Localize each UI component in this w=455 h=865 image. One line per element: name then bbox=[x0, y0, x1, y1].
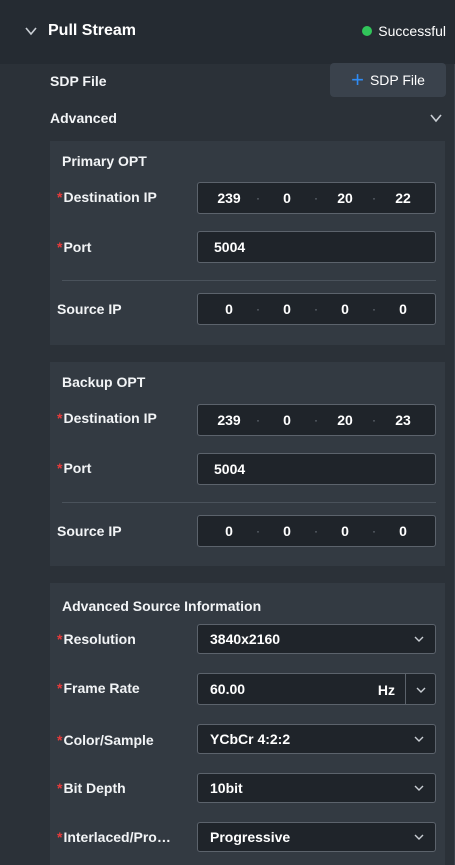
backup-destination-ip-label: *Destination IP bbox=[57, 410, 157, 426]
backup-port-input[interactable]: 5004 bbox=[197, 453, 436, 485]
ip-separator: · bbox=[372, 302, 376, 316]
resolution-select[interactable]: 3840x2160 bbox=[197, 624, 436, 654]
color-sample-label: *Color/Sample bbox=[57, 732, 154, 748]
color-sample-select[interactable]: YCbCr 4:2:2 bbox=[197, 724, 436, 754]
divider bbox=[62, 502, 436, 503]
interlaced-progressive-value: Progressive bbox=[210, 829, 291, 845]
frame-rate-label: *Frame Rate bbox=[57, 680, 140, 696]
sdp-file-label: SDP File bbox=[50, 73, 107, 89]
section-title: Pull Stream bbox=[48, 22, 137, 39]
ip-octet[interactable]: 239 bbox=[207, 190, 251, 206]
chevron-down-icon bbox=[414, 834, 424, 840]
ip-separator: · bbox=[314, 524, 318, 538]
chevron-down-icon bbox=[414, 736, 424, 742]
ip-octet[interactable]: 0 bbox=[265, 190, 309, 206]
divider bbox=[62, 280, 436, 281]
primary-port-label: *Port bbox=[57, 239, 92, 255]
ip-octet[interactable]: 239 bbox=[207, 412, 251, 428]
ip-separator: · bbox=[314, 302, 318, 316]
bit-depth-value: 10bit bbox=[210, 780, 243, 796]
ip-octet[interactable]: 20 bbox=[323, 190, 367, 206]
advanced-source-info-card: Advanced Source Information *Resolution … bbox=[50, 583, 445, 865]
ip-separator: · bbox=[256, 191, 260, 205]
add-sdp-file-button[interactable]: + SDP File bbox=[330, 63, 446, 97]
ip-octet[interactable]: 22 bbox=[381, 190, 425, 206]
add-sdp-file-label: SDP File bbox=[369, 72, 425, 88]
backup-opt-title: Backup OPT bbox=[62, 374, 146, 390]
ip-octet[interactable]: 0 bbox=[265, 301, 309, 317]
ip-separator: · bbox=[256, 302, 260, 316]
chevron-down-icon[interactable] bbox=[24, 24, 38, 38]
ip-octet[interactable]: 0 bbox=[323, 523, 367, 539]
frame-rate-unit: Hz bbox=[377, 682, 395, 698]
interlaced-progressive-label: *Interlaced/Pro… bbox=[57, 829, 171, 845]
resolution-label: *Resolution bbox=[57, 631, 136, 647]
color-sample-value: YCbCr 4:2:2 bbox=[210, 731, 291, 747]
primary-opt-title: Primary OPT bbox=[62, 153, 147, 169]
interlaced-progressive-select[interactable]: Progressive bbox=[197, 822, 436, 852]
ip-octet[interactable]: 20 bbox=[323, 412, 367, 428]
bit-depth-label: *Bit Depth bbox=[57, 780, 126, 796]
advanced-label[interactable]: Advanced bbox=[50, 110, 117, 126]
pull-stream-panel: Pull Stream Successful SDP File + SDP Fi… bbox=[0, 0, 455, 865]
chevron-down-icon bbox=[414, 785, 424, 791]
ip-separator: · bbox=[372, 524, 376, 538]
primary-opt-card: Primary OPT *Destination IP 239 · 0 · 20… bbox=[50, 141, 445, 345]
ip-separator: · bbox=[372, 191, 376, 205]
frame-rate-value: 60.00 bbox=[210, 681, 246, 697]
ip-octet[interactable]: 0 bbox=[207, 523, 251, 539]
pull-stream-header[interactable]: Pull Stream Successful bbox=[0, 0, 455, 64]
backup-destination-ip-input[interactable]: 239 · 0 · 20 · 23 bbox=[197, 404, 436, 436]
backup-port-label: *Port bbox=[57, 460, 92, 476]
resolution-value: 3840x2160 bbox=[210, 631, 281, 647]
primary-destination-ip-label: *Destination IP bbox=[57, 189, 157, 205]
ip-octet[interactable]: 0 bbox=[265, 523, 309, 539]
frame-rate-input[interactable]: 60.00 Hz bbox=[197, 673, 406, 705]
ip-separator: · bbox=[314, 191, 318, 205]
ip-separator: · bbox=[372, 413, 376, 427]
backup-source-ip-input[interactable]: 0 · 0 · 0 · 0 bbox=[197, 515, 436, 547]
status-text: Successful bbox=[378, 23, 446, 39]
ip-octet[interactable]: 23 bbox=[381, 412, 425, 428]
advanced-source-info-title: Advanced Source Information bbox=[62, 598, 262, 614]
bit-depth-select[interactable]: 10bit bbox=[197, 773, 436, 803]
ip-octet[interactable]: 0 bbox=[265, 412, 309, 428]
ip-separator: · bbox=[256, 524, 260, 538]
backup-opt-card: Backup OPT *Destination IP 239 · 0 · 20 … bbox=[50, 362, 445, 566]
primary-source-ip-label: Source IP bbox=[57, 301, 122, 317]
ip-octet[interactable]: 0 bbox=[381, 523, 425, 539]
primary-port-input[interactable]: 5004 bbox=[197, 231, 436, 263]
primary-destination-ip-input[interactable]: 239 · 0 · 20 · 22 bbox=[197, 182, 436, 214]
primary-source-ip-input[interactable]: 0 · 0 · 0 · 0 bbox=[197, 293, 436, 325]
plus-icon: + bbox=[351, 67, 364, 92]
ip-octet[interactable]: 0 bbox=[381, 301, 425, 317]
chevron-down-icon bbox=[414, 636, 424, 642]
frame-rate-dropdown-button[interactable] bbox=[405, 673, 436, 705]
ip-octet[interactable]: 0 bbox=[323, 301, 367, 317]
backup-source-ip-label: Source IP bbox=[57, 523, 122, 539]
chevron-down-icon[interactable] bbox=[429, 111, 443, 125]
ip-separator: · bbox=[314, 413, 318, 427]
ip-octet[interactable]: 0 bbox=[207, 301, 251, 317]
status-dot-icon bbox=[362, 26, 373, 36]
chevron-down-icon bbox=[416, 687, 426, 693]
status-badge: Successful bbox=[362, 23, 446, 39]
ip-separator: · bbox=[256, 413, 260, 427]
frame-rate-field: 60.00 Hz bbox=[197, 673, 436, 705]
